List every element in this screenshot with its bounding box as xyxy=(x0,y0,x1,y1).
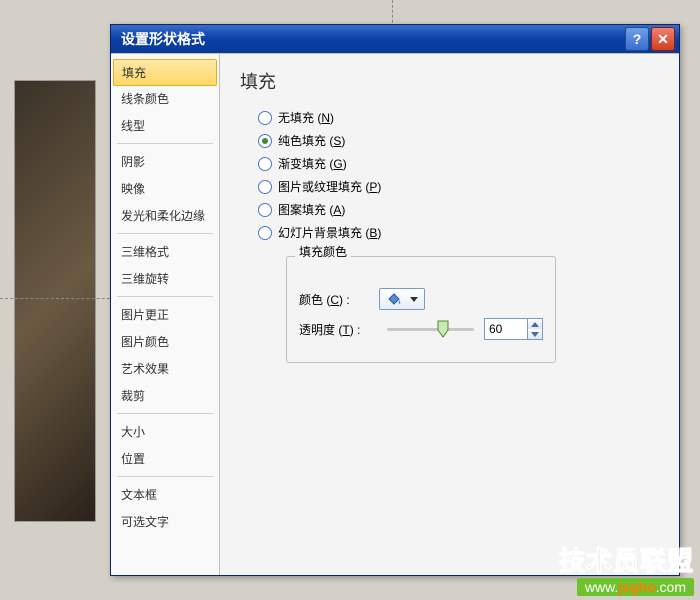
sidebar-item-picture-corrections[interactable]: 图片更正 xyxy=(111,301,219,328)
transparency-slider[interactable] xyxy=(387,320,474,338)
sidebar-item-position[interactable]: 位置 xyxy=(111,445,219,472)
category-sidebar: 填充 线条颜色 线型 阴影 映像 发光和柔化边缘 三维格式 三维旋转 图片更正 … xyxy=(111,54,220,575)
background-image-placeholder xyxy=(14,80,96,522)
sidebar-separator xyxy=(117,296,213,297)
dialog-title: 设置形状格式 xyxy=(121,29,623,49)
sidebar-item-line-style[interactable]: 线型 xyxy=(111,112,219,139)
radio-gradient-fill[interactable]: 渐变填充 (G) xyxy=(240,152,659,175)
sidebar-item-glow[interactable]: 发光和柔化边缘 xyxy=(111,202,219,229)
guide-horizontal xyxy=(0,298,120,299)
color-label: 颜色 (C) : xyxy=(299,291,379,308)
paint-bucket-icon xyxy=(386,292,402,306)
fill-color-legend: 填充颜色 xyxy=(295,243,351,260)
sidebar-item-textbox[interactable]: 文本框 xyxy=(111,481,219,508)
sidebar-item-reflection[interactable]: 映像 xyxy=(111,175,219,202)
radio-icon xyxy=(258,180,272,194)
sidebar-item-3d-rotation[interactable]: 三维旋转 xyxy=(111,265,219,292)
radio-solid-fill[interactable]: 纯色填充 (S) xyxy=(240,129,659,152)
radio-no-fill[interactable]: 无填充 (N) xyxy=(240,106,659,129)
sidebar-separator xyxy=(117,143,213,144)
radio-picture-texture-fill[interactable]: 图片或纹理填充 (P) xyxy=(240,175,659,198)
sidebar-item-crop[interactable]: 裁剪 xyxy=(111,382,219,409)
close-button[interactable]: ✕ xyxy=(651,27,675,51)
radio-icon xyxy=(258,226,272,240)
sidebar-separator xyxy=(117,476,213,477)
sidebar-item-3d-format[interactable]: 三维格式 xyxy=(111,238,219,265)
sidebar-item-alt-text[interactable]: 可选文字 xyxy=(111,508,219,535)
radio-slide-background-fill[interactable]: 幻灯片背景填充 (B) xyxy=(240,221,659,244)
color-picker-button[interactable] xyxy=(379,288,425,310)
sidebar-separator xyxy=(117,413,213,414)
radio-pattern-fill[interactable]: 图案填充 (A) xyxy=(240,198,659,221)
radio-icon xyxy=(258,111,272,125)
sidebar-item-artistic-effects[interactable]: 艺术效果 xyxy=(111,355,219,382)
sidebar-item-line-color[interactable]: 线条颜色 xyxy=(111,85,219,112)
sidebar-separator xyxy=(117,233,213,234)
spin-up-button[interactable] xyxy=(528,319,542,329)
radio-icon xyxy=(258,157,272,171)
spin-down-button[interactable] xyxy=(528,329,542,339)
sidebar-item-picture-color[interactable]: 图片颜色 xyxy=(111,328,219,355)
content-pane: 填充 无填充 (N) 纯色填充 (S) 渐变填充 (G) 图片或纹理填充 (P)… xyxy=(220,54,679,575)
dialog-body: 填充 线条颜色 线型 阴影 映像 发光和柔化边缘 三维格式 三维旋转 图片更正 … xyxy=(111,53,679,575)
watermark-text: 技术员联盟 xyxy=(559,541,694,578)
titlebar[interactable]: 设置形状格式 ? ✕ xyxy=(111,25,679,53)
close-icon: ✕ xyxy=(657,31,669,48)
sidebar-item-shadow[interactable]: 阴影 xyxy=(111,148,219,175)
sidebar-item-fill[interactable]: 填充 xyxy=(113,59,217,86)
sidebar-item-size[interactable]: 大小 xyxy=(111,418,219,445)
help-button[interactable]: ? xyxy=(625,27,649,51)
fill-color-group: 填充颜色 颜色 (C) : 透明度 (T) : xyxy=(272,252,570,381)
format-shape-dialog: 设置形状格式 ? ✕ 填充 线条颜色 线型 阴影 映像 发光和柔化边缘 三维格式… xyxy=(110,24,680,576)
content-heading: 填充 xyxy=(240,68,659,94)
slider-thumb[interactable] xyxy=(437,320,449,338)
radio-icon xyxy=(258,203,272,217)
watermark: 技术员联盟 www.jsgho.com xyxy=(559,541,694,596)
transparency-spinner[interactable] xyxy=(484,318,543,340)
transparency-input[interactable] xyxy=(485,319,527,339)
transparency-label: 透明度 (T) : xyxy=(299,321,377,338)
radio-icon xyxy=(258,134,272,148)
slider-track xyxy=(387,328,474,331)
chevron-down-icon xyxy=(410,297,418,302)
watermark-url: www.jsgho.com xyxy=(577,578,694,596)
